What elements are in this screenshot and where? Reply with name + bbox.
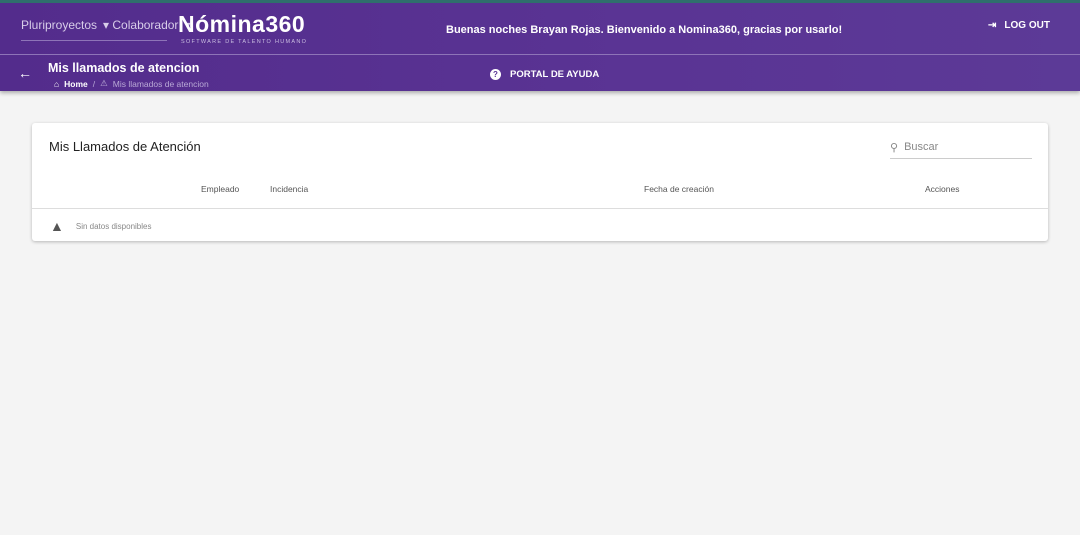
breadcrumb: ⌂ Home / ⚠ Mis llamados de atencion <box>54 78 209 89</box>
empty-state: ▲ Sin datos disponibles <box>50 218 151 234</box>
search-placeholder: Buscar <box>904 141 939 153</box>
llamados-icon: ⚠ <box>100 78 108 88</box>
logo-subtitle: SOFTWARE DE TALENTO HUMANO <box>181 39 308 45</box>
column-acciones: Acciones <box>925 184 960 194</box>
empty-text: Sin datos disponibles <box>75 221 152 231</box>
page-title: Mis llamados de atencion <box>48 61 200 75</box>
column-incidencia[interactable]: Incidencia <box>270 184 308 194</box>
breadcrumb-separator: / <box>92 78 96 89</box>
help-label: PORTAL DE AYUDA <box>510 69 600 80</box>
top-nav: Pluriproyectos ▾ Colaborador ▾ <box>21 18 191 32</box>
nav-colaborador[interactable]: Colaborador <box>112 18 178 32</box>
search-input[interactable]: ⚲ Buscar <box>890 136 1032 159</box>
logo: Nómina360 <box>178 11 306 37</box>
divider <box>32 208 1048 209</box>
breadcrumb-current: Mis llamados de atencion <box>112 78 209 89</box>
warning-icon: ▲ <box>50 218 64 234</box>
top-bar: Pluriproyectos ▾ Colaborador ▾ Nómina360 S… <box>0 0 1080 91</box>
column-fecha[interactable]: Fecha de creación <box>644 184 714 194</box>
card-title: Mis Llamados de Atención <box>49 139 201 154</box>
column-empleado[interactable]: Empleado <box>201 184 239 194</box>
home-icon: ⌂ <box>54 78 60 89</box>
help-portal-button[interactable]: ? PORTAL DE AYUDA <box>490 69 599 80</box>
greeting: Buenas noches Brayan Rojas. Bienvenido a… <box>446 24 843 36</box>
nav-pluriproyectos[interactable]: Pluriproyectos <box>21 18 97 32</box>
llamados-card: Mis Llamados de Atención ⚲ Buscar Emplead… <box>32 123 1048 241</box>
logout-icon: ⇥ <box>988 20 997 31</box>
search-icon: ⚲ <box>890 141 899 154</box>
help-icon: ? <box>490 69 501 80</box>
logout-button[interactable]: ⇥ LOG OUT <box>988 20 1050 31</box>
divider <box>21 40 167 41</box>
breadcrumb-home[interactable]: Home <box>64 79 88 89</box>
logout-label: LOG OUT <box>1004 20 1050 31</box>
back-arrow-icon[interactable]: ← <box>18 65 32 81</box>
